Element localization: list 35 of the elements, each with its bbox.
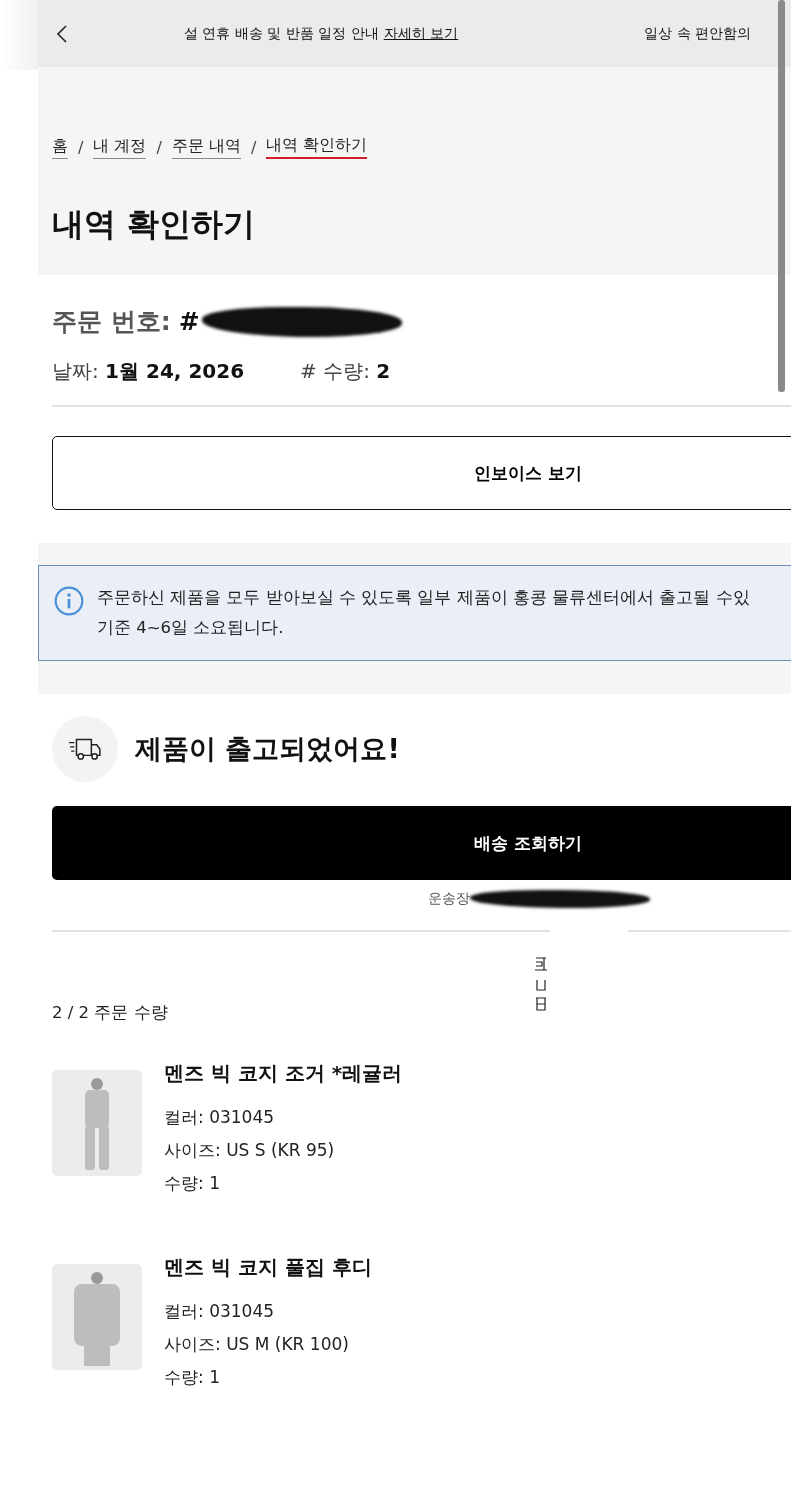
product-color: 컬러: 031045: [164, 1300, 276, 1323]
scrollbar[interactable]: [778, 0, 785, 392]
product-name[interactable]: 멘즈 빅 코지 풀집 후디: [164, 1254, 372, 1281]
shipment-status-title: 제품이 출고되었어요!: [135, 732, 400, 766]
order-number-label: 주문 번호:: [52, 306, 171, 338]
breadcrumb-separator: /: [156, 137, 162, 157]
items-count: 2 / 2 주문 수량: [52, 1002, 169, 1024]
product-color: 컬러: 031045: [164, 1106, 276, 1129]
product-size: 사이즈: US S (KR 95): [164, 1139, 336, 1162]
product-size: 사이즈: US M (KR 100): [164, 1333, 350, 1356]
breadcrumb-link[interactable]: 내역 확인하기: [266, 135, 368, 159]
breadcrumb-link[interactable]: 주문 내역: [171, 135, 241, 159]
jogger-photo-placeholder[interactable]: [52, 1070, 142, 1176]
breadcrumb-link[interactable]: 홈: [52, 135, 68, 159]
order-date: 날짜: 1월 24, 2026: [52, 358, 245, 385]
breadcrumb-separator: /: [78, 137, 84, 157]
vertical-marks-drawing: [534, 956, 548, 1014]
product-name[interactable]: 멘즈 빅 코지 조거 *레귤러: [164, 1060, 403, 1087]
breadcrumb-separator: /: [250, 137, 257, 157]
order-number: #: [178, 307, 200, 336]
details-link[interactable]: 자세히 보기: [383, 24, 459, 43]
announcement-text: 설 연휴 배송 및 반품 일정 안내: [184, 24, 379, 43]
page-title: 내역 확인하기: [52, 204, 257, 245]
product-quantity: 수량: 1: [164, 1366, 221, 1389]
track-delivery-button[interactable]: 배송 조회하기: [52, 806, 791, 880]
product-quantity: 수량: 1: [164, 1172, 221, 1195]
order-quantity: # 수량: 2: [300, 358, 391, 385]
back-chevron-icon[interactable]: [56, 23, 68, 44]
notice-text: 주문하신 제품을 모두 받아보실 수 있도록 일부 제품이 홍콩 물류센터에서 출고될 수있 기준 4~6일 소요됩니다.: [97, 587, 750, 639]
announcement-text: 일상 속 편안함의: [644, 24, 752, 43]
tracking-number-label: 운송장: [428, 890, 470, 908]
info-icon: [53, 585, 85, 617]
breadcrumb-link[interactable]: 내 계정: [93, 135, 147, 159]
hoodie-photo-placeholder[interactable]: [52, 1264, 142, 1370]
invoice-button[interactable]: 인보이스 보기: [52, 436, 791, 510]
